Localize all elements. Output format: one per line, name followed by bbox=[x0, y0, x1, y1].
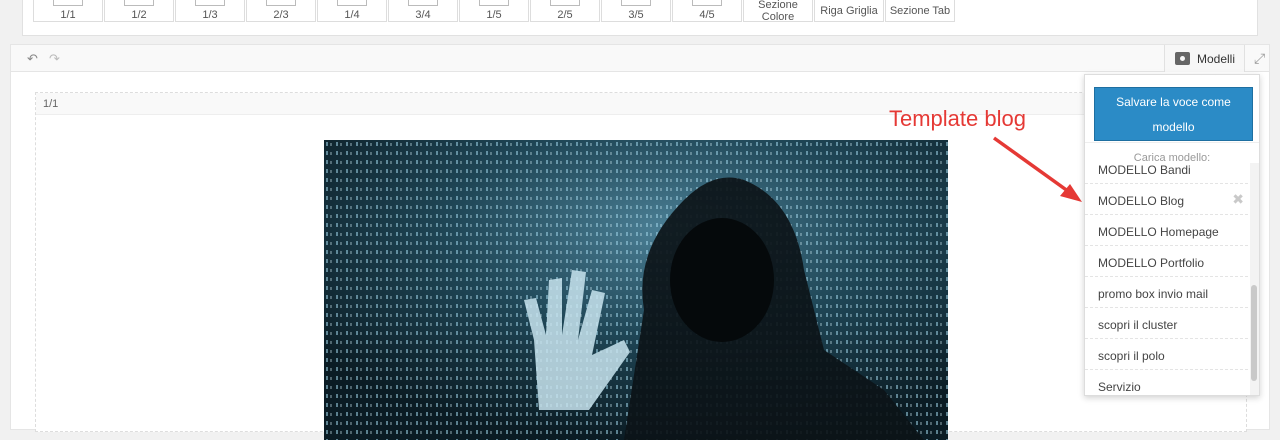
modelli-button[interactable]: Modelli bbox=[1164, 45, 1245, 72]
template-item-scopri-cluster[interactable]: scopri il cluster bbox=[1085, 308, 1248, 339]
fullscreen-icon[interactable]: ⤢ bbox=[1254, 50, 1265, 67]
editor-toolbar: ↶ ↷ Modelli ⤢ bbox=[10, 44, 1270, 72]
annotation-label: Template blog bbox=[889, 106, 1026, 131]
templates-dropdown: Salvare la voce come modello Carica mode… bbox=[1084, 74, 1260, 396]
delete-icon[interactable]: ✖ bbox=[1232, 191, 1244, 208]
layout-buttons-bar: 1/1 1/2 1/3 2/3 1/4 3/4 1/5 2/5 3/5 4/5 … bbox=[22, 0, 1258, 36]
template-item-scopri-polo[interactable]: scopri il polo bbox=[1085, 339, 1248, 370]
template-item-bandi[interactable]: MODELLO Bandi bbox=[1085, 158, 1248, 184]
sezione-colore-button[interactable]: Sezione Colore bbox=[743, 0, 813, 23]
layout-1-5-button[interactable]: 1/5 bbox=[459, 0, 529, 22]
layout-1-1-button[interactable]: 1/1 bbox=[33, 0, 103, 22]
layout-1-2-button[interactable]: 1/2 bbox=[104, 0, 174, 22]
layout-3-4-button[interactable]: 3/4 bbox=[388, 0, 458, 22]
riga-griglia-button[interactable]: Riga Griglia bbox=[814, 0, 884, 22]
annotation-arrow bbox=[992, 136, 1082, 202]
hooded-figure-image bbox=[324, 140, 948, 440]
row-header[interactable]: 1/1 bbox=[36, 93, 1246, 115]
template-item-promo-box[interactable]: promo box invio mail bbox=[1085, 277, 1248, 308]
sezione-tab-button[interactable]: Sezione Tab bbox=[885, 0, 955, 22]
template-item-blog[interactable]: MODELLO Blog ✖ bbox=[1085, 184, 1248, 215]
layout-1-3-button[interactable]: 1/3 bbox=[175, 0, 245, 22]
layout-1-4-button[interactable]: 1/4 bbox=[317, 0, 387, 22]
dropdown-divider bbox=[1085, 142, 1259, 143]
layout-2-5-button[interactable]: 2/5 bbox=[530, 0, 600, 22]
template-item-homepage[interactable]: MODELLO Homepage bbox=[1085, 215, 1248, 246]
layout-4-5-button[interactable]: 4/5 bbox=[672, 0, 742, 22]
editor-canvas: 1/1 bbox=[10, 72, 1270, 440]
layout-2-3-button[interactable]: 2/3 bbox=[246, 0, 316, 22]
template-item-servizio[interactable]: Servizio bbox=[1085, 370, 1248, 395]
hacker-image[interactable] bbox=[324, 140, 948, 440]
camera-icon bbox=[1175, 52, 1190, 65]
undo-icon[interactable]: ↶ bbox=[27, 51, 38, 67]
template-item-portfolio[interactable]: MODELLO Portfolio bbox=[1085, 246, 1248, 277]
scrollbar-thumb[interactable] bbox=[1251, 285, 1257, 381]
redo-icon[interactable]: ↷ bbox=[49, 51, 60, 67]
layout-3-5-button[interactable]: 3/5 bbox=[601, 0, 671, 22]
save-as-template-button[interactable]: Salvare la voce come modello bbox=[1094, 87, 1253, 141]
